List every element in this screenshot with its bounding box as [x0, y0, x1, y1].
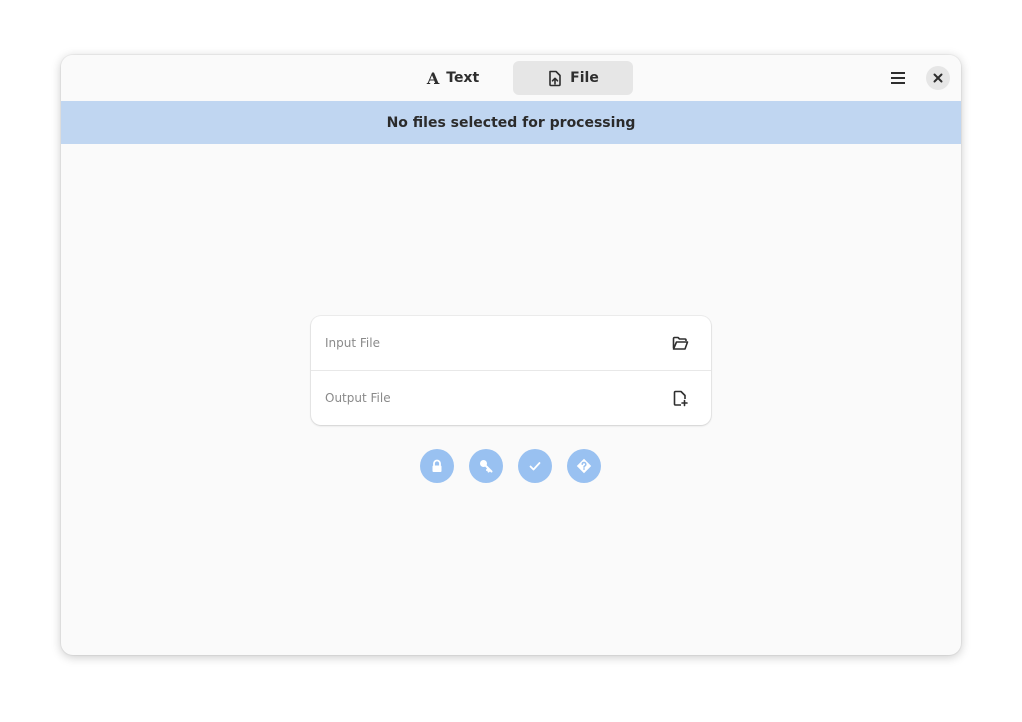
- input-file-row[interactable]: Input File: [311, 316, 711, 371]
- input-file-label: Input File: [325, 336, 380, 350]
- file-upload-icon: [547, 70, 563, 87]
- check-icon: [529, 462, 541, 471]
- main-menu-button[interactable]: [883, 63, 913, 93]
- folder-open-icon[interactable]: [670, 333, 690, 353]
- tab-file-label: File: [570, 70, 599, 86]
- decrypt-button[interactable]: [469, 449, 503, 483]
- close-button[interactable]: [926, 66, 950, 90]
- hamburger-menu-icon: [891, 72, 905, 84]
- app-window: A Text File No files selected for proces…: [61, 55, 961, 655]
- action-buttons: [420, 449, 601, 483]
- tab-text[interactable]: A Text: [393, 61, 513, 95]
- sign-button[interactable]: [518, 449, 552, 483]
- file-selection-card: Input File Output File: [311, 316, 711, 425]
- key-icon: [480, 460, 493, 473]
- tab-text-label: Text: [446, 70, 480, 86]
- question-diamond-icon: [576, 458, 592, 474]
- header-bar: A Text File: [61, 55, 961, 101]
- status-banner-text: No files selected for processing: [386, 114, 636, 131]
- close-icon: [933, 73, 943, 83]
- output-file-row[interactable]: Output File: [311, 371, 711, 425]
- encrypt-button[interactable]: [420, 449, 454, 483]
- lock-icon: [432, 459, 442, 472]
- verify-button[interactable]: [567, 449, 601, 483]
- output-file-label: Output File: [325, 391, 391, 405]
- document-new-icon[interactable]: [670, 388, 690, 408]
- tab-file[interactable]: File: [513, 61, 633, 95]
- status-banner: No files selected for processing: [61, 101, 961, 144]
- text-font-icon: A: [426, 68, 440, 88]
